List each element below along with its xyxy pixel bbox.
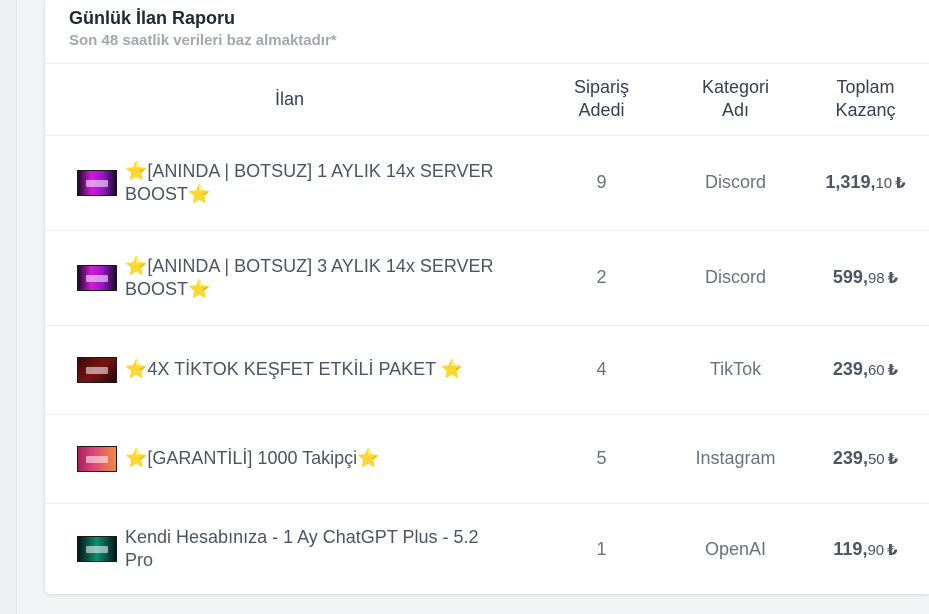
- card-header: Günlük İlan Raporu Son 48 saatlik verile…: [45, 0, 929, 64]
- header-order-count: Sipariş Adedi: [534, 64, 669, 136]
- report-subtitle: Son 48 saatlik verileri baz almaktadır*: [69, 32, 337, 49]
- table-row[interactable]: ⭐[ANINDA | BOTSUZ] 3 AYLIK 14x SERVER BO…: [45, 230, 929, 326]
- category-name: Discord: [669, 135, 802, 231]
- listing-title[interactable]: ⭐4X TİKTOK KEŞFET ETKİLİ PAKET ⭐: [125, 358, 463, 381]
- lira-icon: ₺: [895, 175, 906, 192]
- total-earnings: 599,98 ₺: [832, 267, 899, 287]
- daily-listing-report-card: Günlük İlan Raporu Son 48 saatlik verile…: [45, 0, 929, 594]
- table-row[interactable]: ⭐4X TİKTOK KEŞFET ETKİLİ PAKET ⭐ 4 TikTo…: [45, 325, 929, 415]
- lira-icon: ₺: [887, 451, 899, 468]
- tiktok-package-thumbnail-icon: [77, 356, 117, 383]
- total-earnings: 239,60 ₺: [832, 359, 899, 379]
- sidebar-edge: [0, 0, 17, 614]
- header-category: Kategori Adı: [669, 64, 802, 136]
- listing-title[interactable]: ⭐[ANINDA | BOTSUZ] 1 AYLIK 14x SERVER BO…: [125, 160, 504, 206]
- header-total-earnings: Toplam Kazanç: [802, 64, 929, 136]
- chatgpt-plus-thumbnail-icon: [77, 536, 117, 563]
- order-count: 4: [534, 325, 669, 415]
- order-count: 2: [534, 230, 669, 326]
- table-row[interactable]: Kendi Hesabınıza - 1 Ay ChatGPT Plus - 5…: [45, 503, 929, 594]
- total-earnings: 1,319,10 ₺: [825, 172, 906, 192]
- order-count: 9: [534, 135, 669, 231]
- listing-title[interactable]: ⭐[GARANTİLİ] 1000 Takipçi⭐: [125, 447, 380, 470]
- category-name: TikTok: [669, 325, 802, 415]
- listing-report-table: İlan Sipariş Adedi Kategori Adı Toplam Kaza…: [45, 64, 929, 594]
- lira-icon: ₺: [887, 541, 898, 559]
- total-earnings: 119,90 ₺: [833, 538, 898, 559]
- lira-icon: ₺: [887, 362, 899, 379]
- lira-icon: ₺: [887, 270, 899, 287]
- discord-boost-thumbnail-icon: [77, 264, 117, 291]
- discord-boost-thumbnail-icon: [77, 169, 117, 196]
- table-header-row: İlan Sipariş Adedi Kategori Adı Toplam Kaza…: [45, 64, 929, 136]
- order-count: 1: [596, 538, 607, 559]
- report-title: Günlük İlan Raporu: [69, 8, 236, 28]
- table-row[interactable]: ⭐[ANINDA | BOTSUZ] 1 AYLIK 14x SERVER BO…: [45, 135, 929, 231]
- category-name: Discord: [669, 230, 802, 326]
- listing-title[interactable]: Kendi Hesabınıza - 1 Ay ChatGPT Plus - 5…: [125, 526, 504, 572]
- header-listing: İlan: [45, 64, 534, 136]
- category-name: OpenAI: [704, 538, 767, 559]
- table-row[interactable]: ⭐[GARANTİLİ] 1000 Takipçi⭐ 5 Instagram 2…: [45, 414, 929, 504]
- instagram-followers-thumbnail-icon: [77, 445, 117, 472]
- order-count: 5: [534, 414, 669, 504]
- listing-title[interactable]: ⭐[ANINDA | BOTSUZ] 3 AYLIK 14x SERVER BO…: [125, 255, 504, 301]
- total-earnings: 239,50 ₺: [832, 448, 899, 468]
- category-name: Instagram: [669, 414, 802, 504]
